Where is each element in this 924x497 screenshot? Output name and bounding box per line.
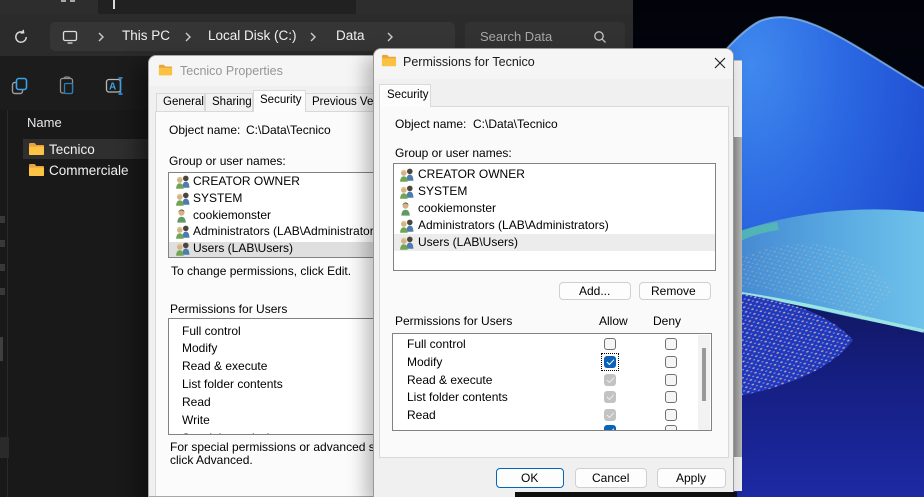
svg-text:A: A: [109, 82, 116, 93]
